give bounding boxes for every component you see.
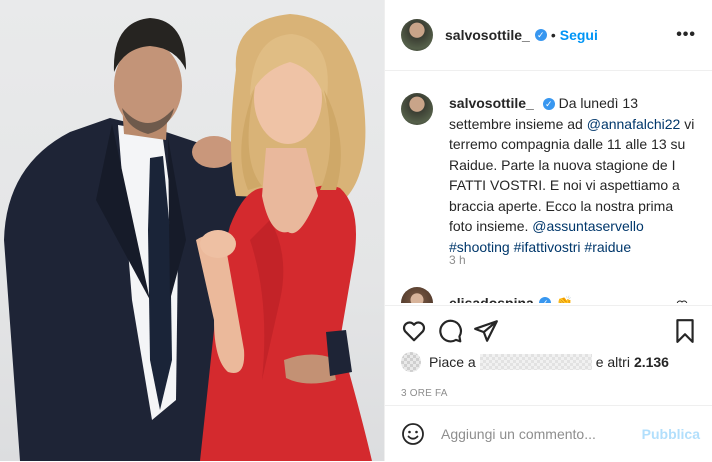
caption-username[interactable]: salvosottile_ (449, 95, 534, 111)
commenter-avatar[interactable] (401, 287, 433, 303)
caption-body-2: vi terremo compagnia dalle 11 alle 13 su… (449, 115, 695, 235)
likes-summary[interactable]: Piace a e altri 2.136 (401, 352, 669, 372)
more-options-icon[interactable]: ••• (676, 26, 696, 44)
likes-suffix: e altri (595, 354, 630, 370)
hashtag-link[interactable]: #ifattivostri (514, 239, 581, 255)
action-bar (385, 305, 712, 354)
caption: salvosottile_ ✓ Da lunedì 13 settembre i… (401, 93, 699, 257)
caption-avatar[interactable] (401, 93, 433, 125)
blurred-username[interactable] (479, 354, 592, 370)
post-photo[interactable] (0, 0, 384, 461)
verified-badge-icon: ✓ (538, 297, 551, 303)
comment-text: 👏 (555, 294, 574, 304)
publish-button[interactable]: Pubblica (642, 426, 700, 442)
verified-badge-icon: ✓ (542, 98, 555, 111)
hashtag-link[interactable]: #raidue (584, 239, 631, 255)
liker-avatar[interactable] (401, 352, 421, 372)
like-heart-icon[interactable] (401, 318, 427, 344)
comment-input[interactable] (441, 424, 641, 444)
emoji-icon[interactable] (401, 422, 425, 446)
author-username[interactable]: salvosottile_ (445, 27, 530, 43)
instagram-post: salvosottile_ ✓ • Segui ••• salvosottile… (0, 0, 712, 461)
header-separator: • (550, 27, 556, 43)
likes-prefix: Piace a (429, 354, 476, 370)
author-avatar[interactable] (401, 19, 433, 51)
add-comment-bar: Pubblica (385, 405, 712, 462)
mention-link[interactable]: @annafalchi22 (587, 116, 681, 132)
post-sidebar: salvosottile_ ✓ • Segui ••• salvosottile… (384, 0, 712, 461)
caption-timestamp[interactable]: 3 h (449, 253, 466, 267)
save-bookmark-icon[interactable] (672, 318, 698, 344)
likes-count[interactable]: 2.136 (634, 354, 669, 370)
comment-item: elisadospina ✓ 👏 (401, 287, 573, 303)
verified-badge-icon: ✓ (534, 29, 547, 41)
comments-section[interactable]: salvosottile_ ✓ Da lunedì 13 settembre i… (385, 71, 712, 303)
comment-bubble-icon[interactable] (437, 318, 463, 344)
caption-text: salvosottile_ ✓ Da lunedì 13 settembre i… (449, 93, 699, 257)
follow-button[interactable]: Segui (560, 27, 598, 43)
comment-like-icon[interactable] (676, 299, 688, 303)
couple-photo-illustration (4, 14, 372, 461)
share-send-icon[interactable] (473, 318, 499, 344)
mention-link[interactable]: @assuntaservello (532, 218, 644, 234)
commenter-username[interactable]: elisadospina (449, 295, 534, 303)
post-time[interactable]: 3 ORE FA (401, 388, 448, 399)
post-header: salvosottile_ ✓ • Segui ••• (385, 0, 712, 71)
